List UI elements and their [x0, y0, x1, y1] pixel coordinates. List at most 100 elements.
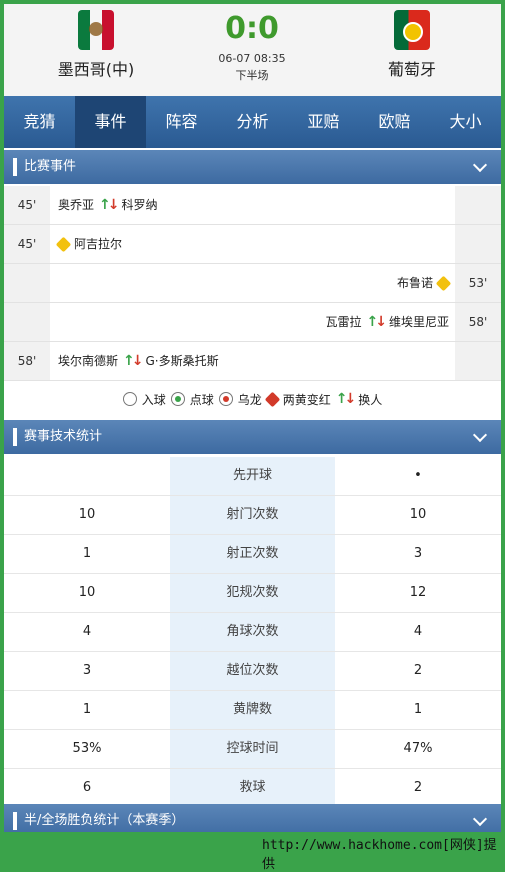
stats-table: 先开球 • 10 射门次数 10 1 射正次数 3 10 犯规次数 12 4 角…	[4, 457, 501, 808]
event-row: 58' 埃尔南德斯 ↑↓ G·多斯桑托斯	[4, 342, 501, 381]
away-team-name: 葡萄牙	[387, 60, 436, 79]
legend-two-yellow-red: 两黄变红	[282, 392, 331, 407]
stat-row: 1 射正次数 3	[4, 535, 501, 574]
event-legend: 入球 点球 乌龙 两黄变红 ↑↓ 换人	[4, 380, 501, 418]
stat-away-value: 2	[413, 663, 423, 678]
stat-away-value: 4	[413, 624, 423, 639]
stat-row: 53% 控球时间 47%	[4, 730, 501, 769]
tab-quiz[interactable]: 竞猜	[4, 96, 75, 148]
event-row: 瓦雷拉 ↑↓ 维埃里尼亚 58'	[4, 303, 501, 342]
own-goal-icon	[218, 392, 233, 406]
tab-euro-odds[interactable]: 欧赔	[359, 96, 430, 148]
stat-label: 黄牌数	[170, 691, 335, 729]
player-out: G·多斯桑托斯	[145, 354, 219, 368]
stat-home-value: 1	[82, 702, 92, 717]
section-marker	[13, 158, 17, 176]
yellow-card-icon	[55, 236, 72, 252]
event-minute-empty	[4, 303, 50, 341]
stat-away-value: 2	[413, 780, 423, 795]
away-team[interactable]: 葡萄牙	[352, 10, 472, 80]
stat-row: 10 犯规次数 12	[4, 574, 501, 613]
penalty-icon	[170, 392, 185, 406]
stat-label: 射正次数	[170, 535, 335, 573]
event-minute-empty	[455, 225, 501, 263]
legend-substitution: 换人	[358, 392, 383, 407]
substitution-icon: ↑↓	[123, 353, 143, 369]
events-list: 45' 奥乔亚 ↑↓ 科罗纳 45' 阿吉拉尔 布鲁诺 53' 瓦雷拉 ↑↓ 维…	[4, 186, 501, 381]
player-name: 阿吉拉尔	[74, 237, 123, 251]
portugal-flag-icon	[394, 10, 430, 50]
stat-label: 犯规次数	[170, 574, 335, 612]
stat-label: 救球	[170, 769, 335, 807]
stat-away-value: 10	[409, 507, 427, 522]
stat-away-value: 3	[413, 546, 423, 561]
stat-label: 角球次数	[170, 613, 335, 651]
event-minute: 58'	[4, 342, 50, 380]
stat-away-value: 47%	[403, 741, 433, 756]
substitution-icon: ↑↓	[99, 197, 119, 213]
substitution-icon: ↑↓	[335, 391, 356, 407]
match-date: 06-07 08:35	[218, 52, 286, 65]
section-marker	[13, 812, 17, 830]
stat-row: 1 黄牌数 1	[4, 691, 501, 730]
player-out: 维埃里尼亚	[388, 315, 449, 329]
match-status: 下半场	[235, 69, 269, 82]
stat-row: 10 射门次数 10	[4, 496, 501, 535]
watermark: http://www.hackhome.com[网侠]提供	[262, 838, 497, 872]
match-header: 墨西哥(中) 0:0 06-07 08:35 下半场 葡萄牙	[4, 4, 501, 97]
player-out: 科罗纳	[121, 198, 158, 212]
event-row: 布鲁诺 53'	[4, 264, 501, 303]
player-in: 瓦雷拉	[325, 315, 362, 329]
season-section-header[interactable]: 半/全场胜负统计（本赛季）	[4, 804, 501, 832]
stat-home-value: 10	[78, 507, 96, 522]
stat-row: 6 救球 2	[4, 769, 501, 808]
stat-label: 越位次数	[170, 652, 335, 690]
legend-goal: 入球	[141, 392, 166, 407]
event-row: 45' 奥乔亚 ↑↓ 科罗纳	[4, 186, 501, 225]
chevron-down-icon[interactable]	[472, 427, 488, 443]
stat-away-value: •	[414, 468, 422, 483]
event-minute: 45'	[4, 225, 50, 263]
season-section-title: 半/全场胜负统计（本赛季）	[24, 813, 185, 828]
goal-icon	[122, 392, 137, 406]
tab-events[interactable]: 事件	[75, 96, 146, 148]
event-minute-empty	[4, 264, 50, 302]
stat-home-value: 4	[82, 624, 92, 639]
stat-home-value: 10	[78, 585, 96, 600]
stats-section-title: 赛事技术统计	[24, 429, 103, 444]
tab-asian-odds[interactable]: 亚赔	[288, 96, 359, 148]
event-minute: 45'	[4, 186, 50, 224]
substitution-icon: ↑↓	[366, 314, 387, 330]
tab-lineup[interactable]: 阵容	[146, 96, 217, 148]
stat-home-value: 1	[82, 546, 92, 561]
player-name: 布鲁诺	[396, 276, 433, 290]
event-minute-empty	[455, 342, 501, 380]
event-minute: 53'	[455, 264, 501, 302]
event-row: 45' 阿吉拉尔	[4, 225, 501, 264]
stat-row: 3 越位次数 2	[4, 652, 501, 691]
stat-row: 4 角球次数 4	[4, 613, 501, 652]
events-section-header[interactable]: 比赛事件	[4, 150, 501, 184]
stat-label: 先开球	[170, 457, 335, 495]
yellow-card-icon	[435, 275, 452, 291]
stats-section-header[interactable]: 赛事技术统计	[4, 420, 501, 454]
stat-home-value: 6	[82, 780, 92, 795]
red-card-icon	[264, 391, 281, 407]
score: 0:0	[225, 11, 279, 46]
mexico-flag-icon	[78, 10, 114, 50]
stat-home-value: 3	[82, 663, 92, 678]
events-section-title: 比赛事件	[24, 159, 77, 174]
tab-analysis[interactable]: 分析	[217, 96, 288, 148]
stat-label: 控球时间	[170, 730, 335, 768]
stat-row: 先开球 •	[4, 457, 501, 496]
home-team-name: 墨西哥(中)	[57, 60, 135, 79]
stat-home-value: 53%	[72, 741, 102, 756]
home-team[interactable]: 墨西哥(中)	[36, 10, 156, 80]
player-in: 奥乔亚	[58, 198, 95, 212]
legend-own-goal: 乌龙	[237, 392, 262, 407]
stat-away-value: 12	[409, 585, 427, 600]
chevron-down-icon[interactable]	[472, 157, 488, 173]
chevron-down-icon[interactable]	[472, 811, 488, 827]
tab-over-under[interactable]: 大小	[430, 96, 501, 148]
app-frame: 墨西哥(中) 0:0 06-07 08:35 下半场 葡萄牙 竞猜 事件 阵容 …	[4, 4, 501, 832]
